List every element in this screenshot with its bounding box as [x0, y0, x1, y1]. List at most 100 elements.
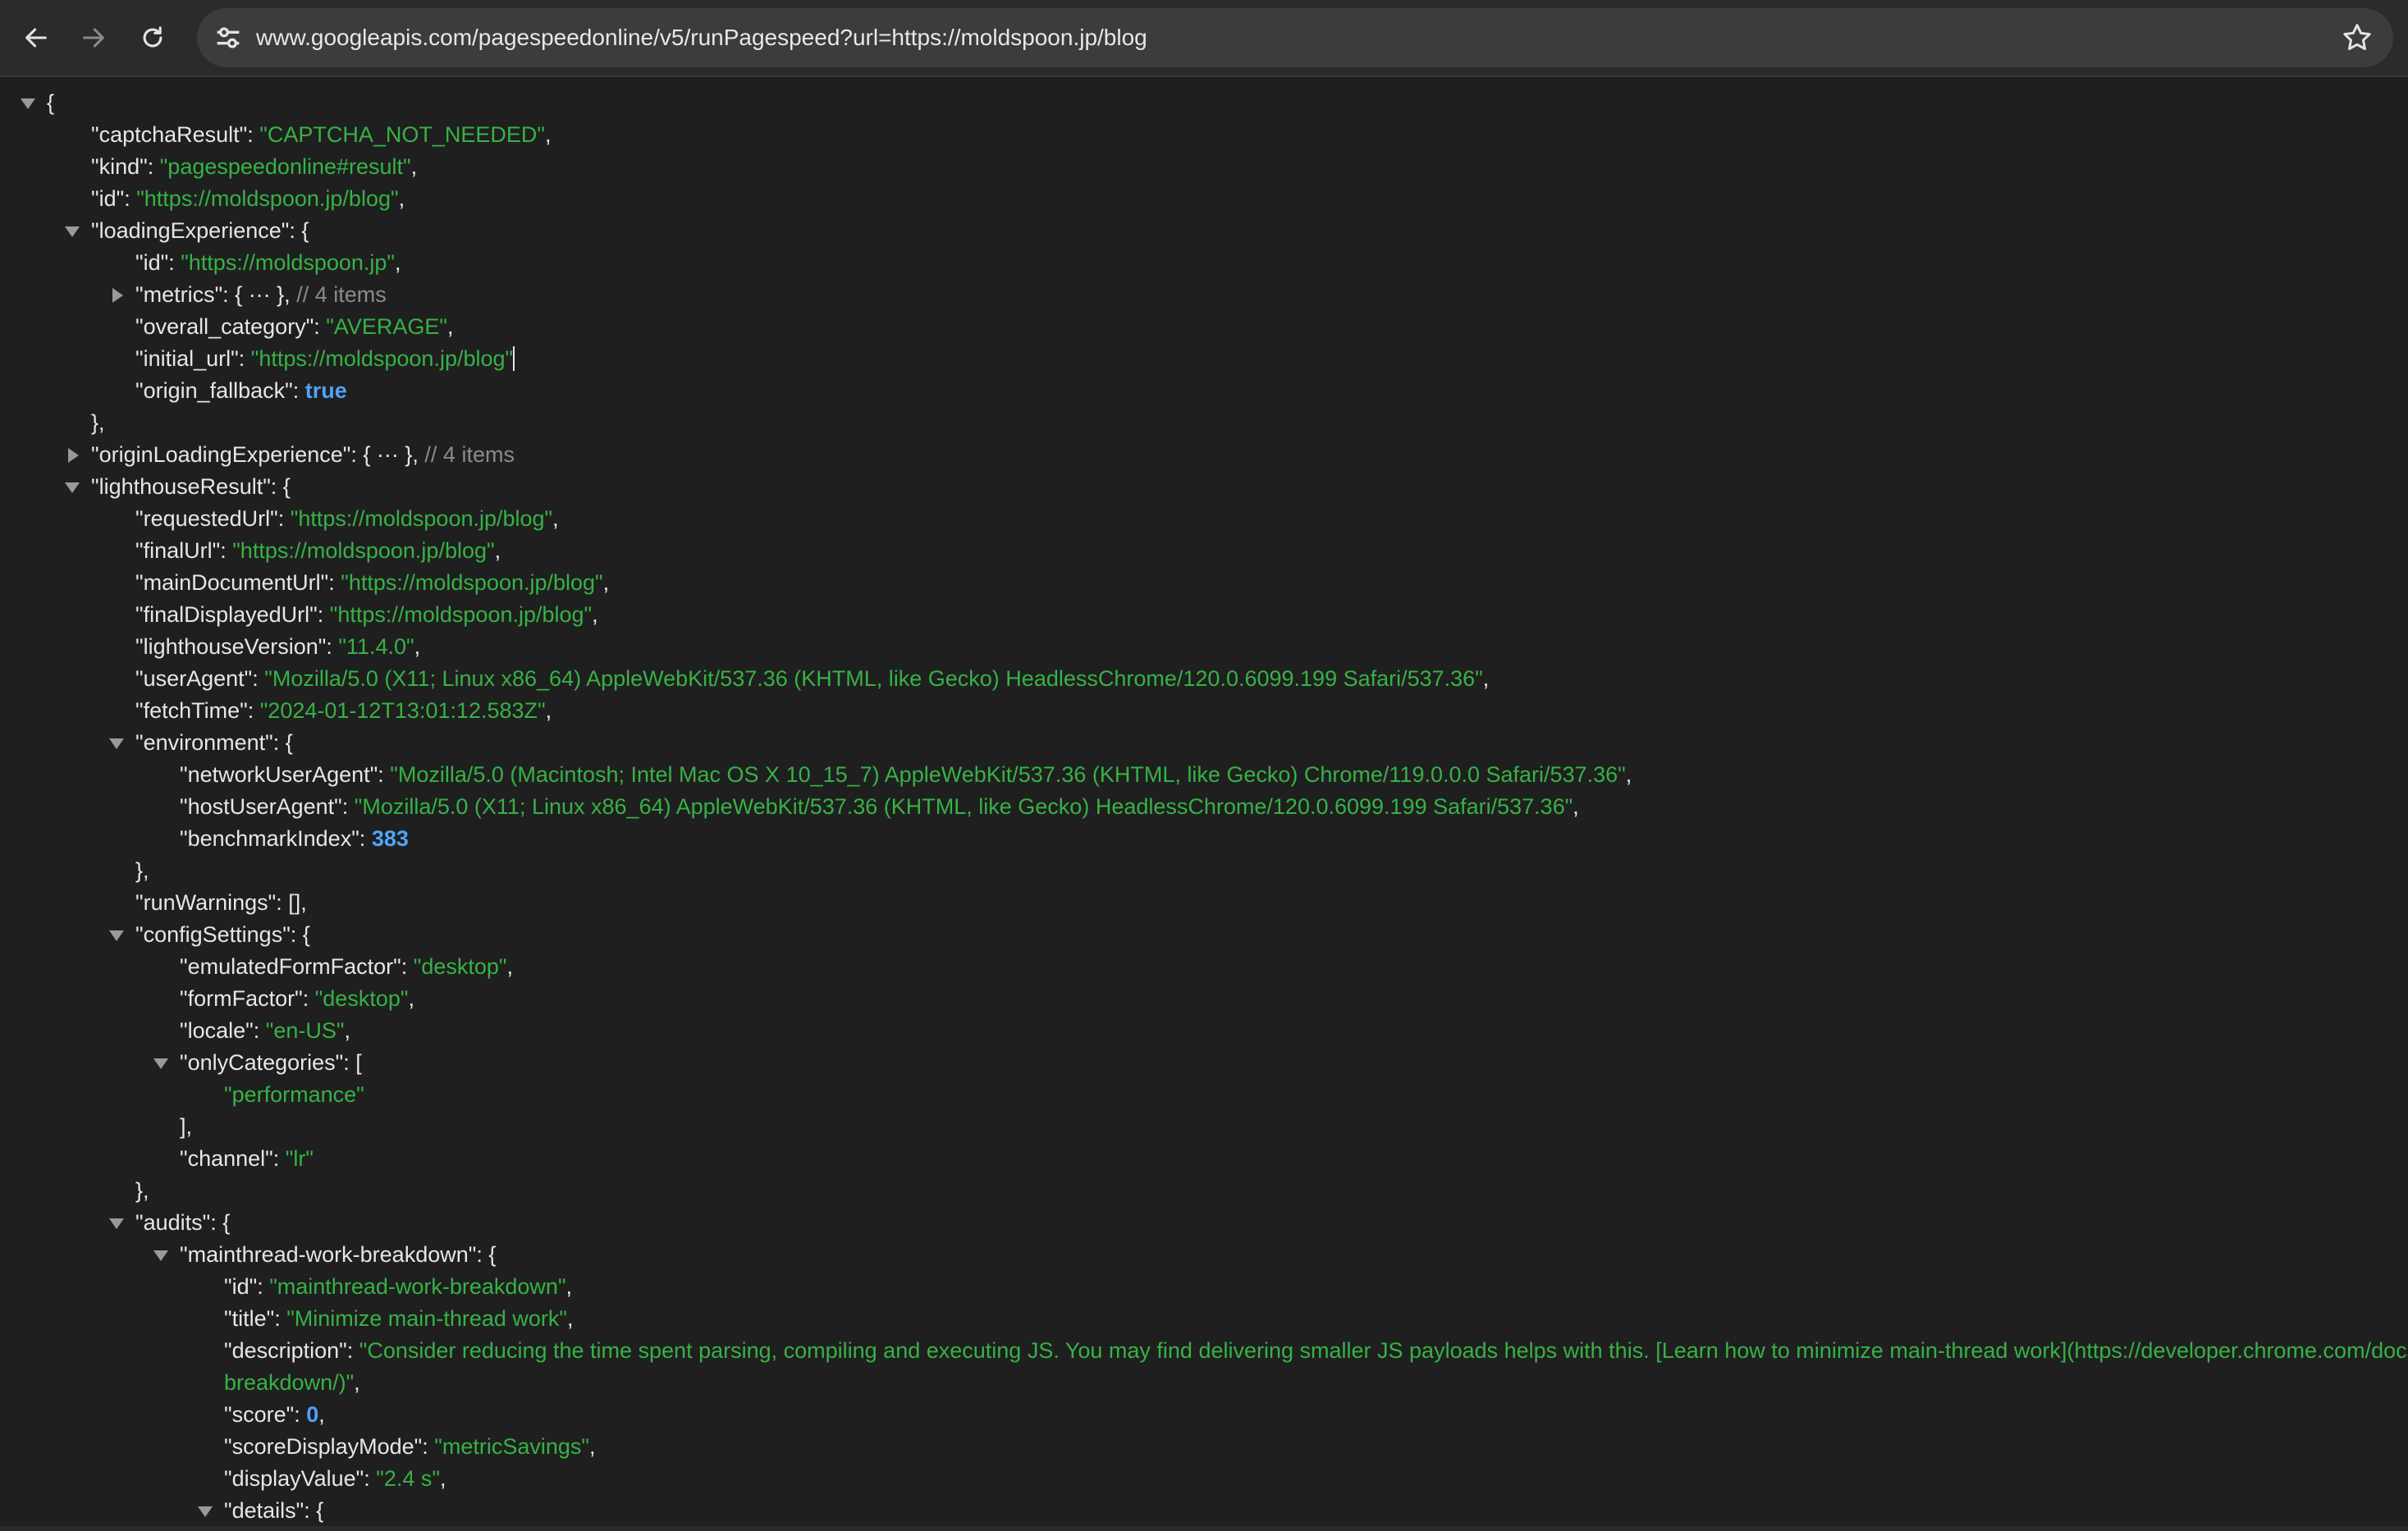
expand-caret-icon[interactable] [112, 288, 123, 303]
star-icon[interactable] [2341, 21, 2374, 54]
json-key: "mainDocumentUrl" [135, 570, 329, 595]
json-punctuation: : [317, 602, 330, 627]
json-line: "id": "https://moldspoon.jp/blog", [91, 183, 405, 215]
json-line: "formFactor": "desktop", [180, 983, 414, 1015]
json-key: "locale" [180, 1018, 254, 1043]
json-punctuation: : { ··· }, [350, 442, 425, 467]
json-key: "emulatedFormFactor" [180, 954, 401, 979]
json-punctuation: : { [476, 1242, 497, 1267]
collapse-caret-icon[interactable] [109, 1218, 124, 1229]
json-string-value: "https://moldspoon.jp/blog" [250, 346, 514, 371]
json-punctuation: : [ [343, 1050, 362, 1075]
json-punctuation: : [326, 634, 339, 659]
json-key: "loadingExperience" [91, 218, 290, 243]
json-punctuation: : { [210, 1210, 231, 1235]
json-line: "description": "Consider reducing the ti… [224, 1335, 2408, 1367]
json-key: "description" [224, 1338, 347, 1363]
json-punctuation: , [566, 1306, 574, 1331]
json-key: "id" [135, 250, 169, 275]
window-bottom-edge [0, 1526, 2408, 1531]
collapse-caret-icon[interactable] [65, 226, 80, 237]
json-key: "configSettings" [135, 922, 291, 947]
json-line: "displayValue": "2.4 s", [224, 1463, 446, 1495]
json-punctuation: : { [272, 730, 293, 755]
json-string-value: "https://moldspoon.jp/blog" [341, 570, 603, 595]
forward-button[interactable] [72, 16, 115, 59]
json-punctuation: : [364, 1466, 377, 1491]
json-punctuation: , [565, 1274, 573, 1299]
json-line: "originLoadingExperience": { ··· }, // 4… [91, 439, 515, 471]
json-punctuation: }, [135, 1178, 149, 1203]
json-punctuation: : { [304, 1498, 324, 1523]
expand-caret-icon[interactable] [68, 448, 79, 463]
json-string-value: "2024-01-12T13:01:12.583Z" [259, 698, 546, 723]
json-key: "lighthouseVersion" [135, 634, 327, 659]
json-punctuation: : [314, 314, 327, 339]
collapse-caret-icon[interactable] [65, 482, 80, 493]
json-punctuation: : [359, 826, 372, 851]
collapse-caret-icon[interactable] [198, 1506, 213, 1517]
json-line: "finalUrl": "https://moldspoon.jp/blog", [135, 535, 501, 567]
json-string-value: breakdown/)" [224, 1370, 355, 1395]
collapse-caret-icon[interactable] [153, 1250, 168, 1261]
json-string-value: "https://moldspoon.jp/blog" [136, 186, 399, 211]
json-line: "hostUserAgent": "Mozilla/5.0 (X11; Linu… [180, 791, 1579, 823]
json-punctuation: ], [180, 1114, 193, 1139]
json-line: "finalDisplayedUrl": "https://moldspoon.… [135, 599, 598, 631]
json-literal-value: 0 [306, 1402, 319, 1427]
json-key: "runWarnings" [135, 890, 277, 915]
address-bar[interactable]: www.googleapis.com/pagespeedonline/v5/ru… [197, 8, 2393, 67]
json-punctuation: : { [290, 922, 310, 947]
json-punctuation: : [238, 346, 251, 371]
json-comment: // 4 items [296, 282, 387, 307]
json-line: "initial_url": "https://moldspoon.jp/blo… [135, 343, 515, 375]
json-line: "benchmarkIndex": 383 [180, 823, 409, 855]
json-key: "requestedUrl" [135, 506, 278, 531]
json-punctuation: , [354, 1370, 360, 1395]
json-punctuation: : [292, 378, 305, 403]
json-line: }, [91, 407, 105, 439]
json-line: "captchaResult": "CAPTCHA_NOT_NEEDED", [91, 119, 552, 151]
json-line: "mainthread-work-breakdown": { [180, 1239, 496, 1271]
json-string-value: "performance" [224, 1082, 364, 1107]
json-key: "userAgent" [135, 666, 253, 691]
json-punctuation: : [401, 954, 414, 979]
json-line: "scoreDisplayMode": "metricSavings", [224, 1431, 596, 1463]
json-key: "kind" [91, 154, 148, 179]
collapse-caret-icon[interactable] [21, 98, 35, 109]
json-key: "initial_url" [135, 346, 239, 371]
json-string-value: "2.4 s" [376, 1466, 441, 1491]
json-line: "locale": "en-US", [180, 1015, 350, 1047]
url-text[interactable]: www.googleapis.com/pagespeedonline/v5/ru… [256, 8, 1147, 67]
json-punctuation: , [1573, 794, 1579, 819]
tune-icon[interactable] [212, 21, 245, 54]
json-key: "channel" [180, 1146, 273, 1171]
json-punctuation: : [277, 506, 291, 531]
json-string-value: "https://moldspoon.jp" [181, 250, 396, 275]
collapse-caret-icon[interactable] [109, 930, 124, 941]
json-line: "userAgent": "Mozilla/5.0 (X11; Linux x8… [135, 663, 1489, 695]
json-string-value: "11.4.0" [338, 634, 414, 659]
json-string-value: "Minimize main-thread work" [286, 1306, 567, 1331]
json-string-value: "metricSavings" [434, 1434, 590, 1459]
back-button[interactable] [15, 16, 57, 59]
json-punctuation: : [272, 1146, 286, 1171]
json-punctuation: : { [270, 474, 291, 499]
json-line: "id": "https://moldspoon.jp", [135, 247, 401, 279]
json-punctuation: : [341, 794, 355, 819]
collapse-caret-icon[interactable] [153, 1058, 168, 1069]
json-line: "loadingExperience": { [91, 215, 309, 247]
json-key: "mainthread-work-breakdown" [180, 1242, 477, 1267]
json-string-value: "https://moldspoon.jp/blog" [290, 506, 553, 531]
collapse-caret-icon[interactable] [109, 738, 124, 749]
json-punctuation: : [302, 986, 315, 1011]
reload-button[interactable] [131, 16, 174, 59]
json-string-value: "Mozilla/5.0 (X11; Linux x86_64) AppleWe… [354, 794, 1573, 819]
arrow-left-icon [25, 28, 47, 48]
json-string-value: "https://moldspoon.jp/blog" [329, 602, 593, 627]
json-line: "emulatedFormFactor": "desktop", [180, 951, 513, 983]
arrow-right-icon [83, 28, 104, 48]
json-line: "performance" [224, 1079, 364, 1111]
json-key: "overall_category" [135, 314, 314, 339]
json-punctuation: : { ··· }, [222, 282, 297, 307]
